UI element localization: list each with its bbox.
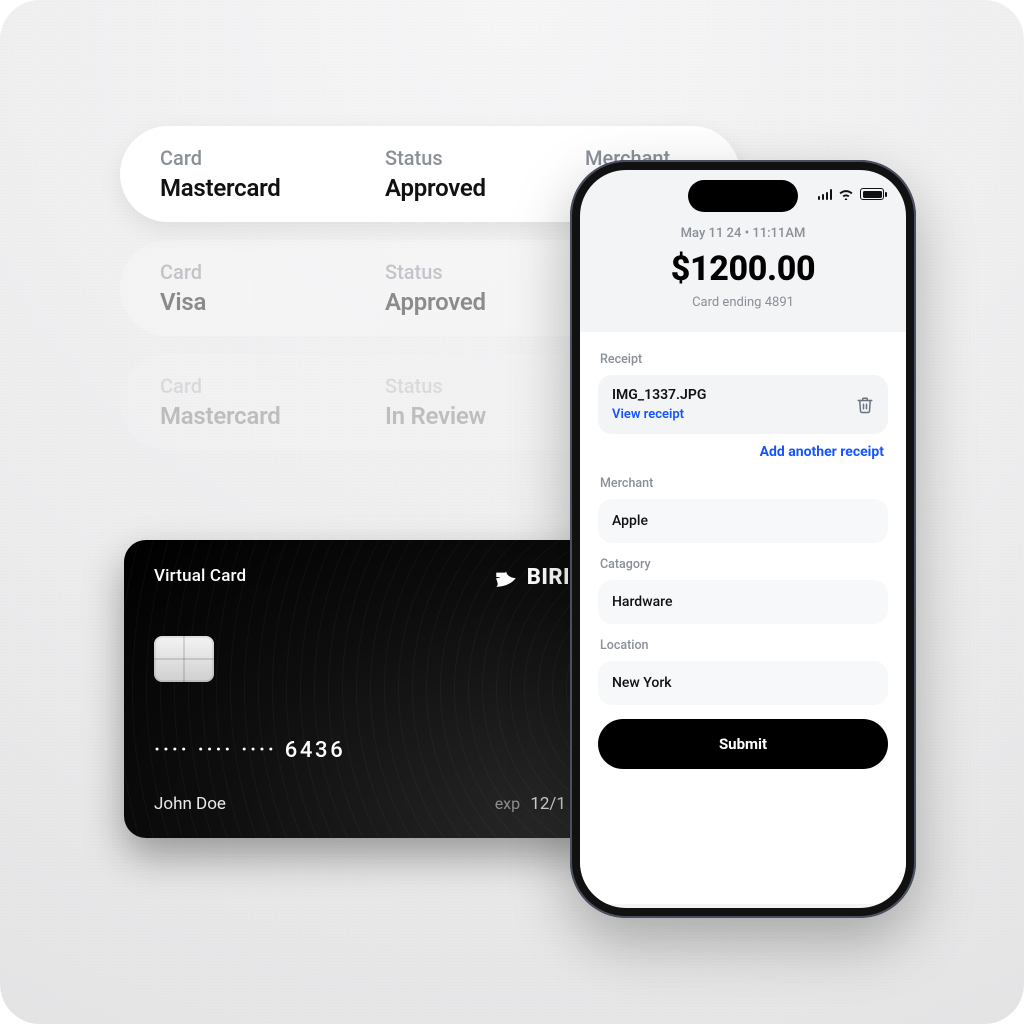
col-card-value: Mastercard (160, 402, 385, 430)
transaction-timestamp: May 11 24 • 11:11AM (580, 226, 906, 241)
col-card-value: Mastercard (160, 174, 385, 202)
col-status-value: In Review (385, 402, 585, 430)
transaction-amount: $1200.00 (580, 249, 906, 289)
category-label: Catagory (600, 557, 886, 572)
promo-canvas: Card Mastercard Status Approved Merchant… (0, 0, 1024, 1024)
col-status-label: Status (385, 260, 585, 284)
trash-icon[interactable] (856, 396, 874, 414)
cellular-icon (818, 189, 833, 200)
receipt-filename: IMG_1337.JPG (612, 387, 706, 403)
submit-button[interactable]: Submit (598, 719, 888, 769)
col-status-label: Status (385, 374, 585, 398)
col-card-value: Visa (160, 288, 385, 316)
transaction-card-ending: Card ending 4891 (580, 295, 906, 310)
wifi-icon (838, 188, 854, 200)
location-field[interactable]: New York (598, 661, 888, 705)
card-brand-text: BIRI (527, 565, 570, 590)
phone-screen: May 11 24 • 11:11AM $1200.00 Card ending… (580, 170, 906, 908)
receipt-attachment[interactable]: IMG_1337.JPG View receipt (598, 375, 888, 434)
add-another-receipt-link[interactable]: Add another receipt (602, 444, 884, 460)
col-status-label: Status (385, 146, 585, 170)
view-receipt-link[interactable]: View receipt (612, 407, 706, 422)
card-number: ···· ···· ···· 6436 (154, 738, 345, 763)
col-status-value: Approved (385, 288, 585, 316)
merchant-field[interactable]: Apple (598, 499, 888, 543)
col-card-label: Card (160, 146, 385, 170)
virtual-card: Virtual Card BIRI ···· ···· ···· 6436 Jo… (124, 540, 594, 838)
card-expiry-value: 12/1 (530, 794, 566, 814)
card-holder: John Doe (154, 794, 226, 814)
category-field[interactable]: Hardware (598, 580, 888, 624)
card-expiry: exp 12/1 (495, 794, 566, 814)
transaction-form: Receipt IMG_1337.JPG View receipt (580, 332, 906, 904)
col-card-label: Card (160, 374, 385, 398)
merchant-label: Merchant (600, 476, 886, 491)
location-label: Location (600, 638, 886, 653)
card-brand: BIRI (493, 564, 570, 590)
dynamic-island (688, 180, 798, 212)
receipt-label: Receipt (600, 352, 886, 367)
transaction-hero: May 11 24 • 11:11AM $1200.00 Card ending… (580, 218, 906, 332)
col-card-label: Card (160, 260, 385, 284)
card-chip-icon (154, 636, 214, 682)
phone-frame: May 11 24 • 11:11AM $1200.00 Card ending… (570, 160, 916, 918)
card-expiry-label: exp (495, 794, 520, 813)
bird-logo-icon (493, 564, 519, 590)
col-status-value: Approved (385, 174, 585, 202)
battery-icon (860, 188, 884, 200)
